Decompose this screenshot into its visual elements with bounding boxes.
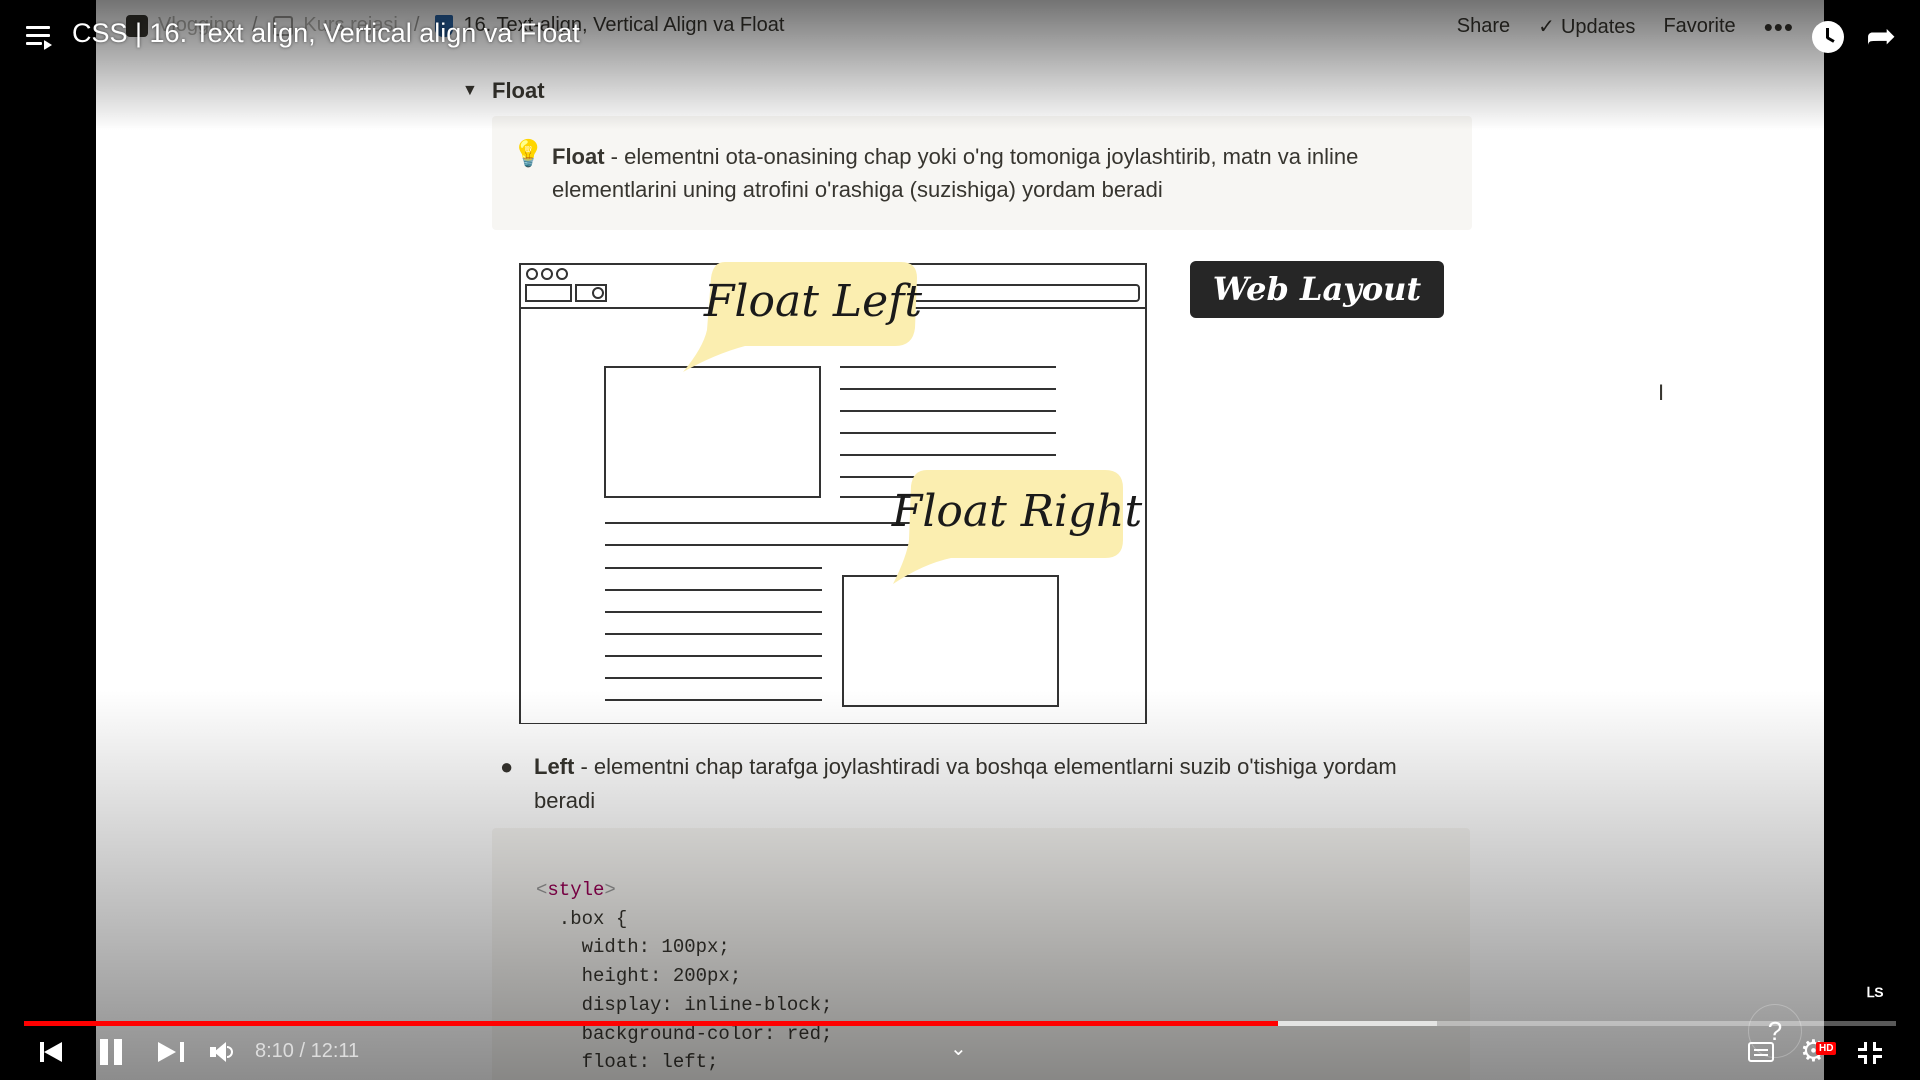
bullet-item-left: ● Left - elementni chap tarafga joylasht… bbox=[500, 750, 1460, 818]
check-icon: ✓ bbox=[1538, 16, 1555, 38]
code-line: .box { bbox=[536, 907, 628, 930]
watch-later-icon[interactable] bbox=[1812, 21, 1844, 53]
subtitles-icon[interactable] bbox=[1748, 1042, 1774, 1062]
progress-bar[interactable] bbox=[24, 1021, 1896, 1026]
channel-watermark[interactable]: ꓡS bbox=[1854, 974, 1896, 1010]
bullet-bold: Left bbox=[534, 754, 575, 779]
volume-icon[interactable] bbox=[210, 1040, 233, 1064]
bullet-dot: ● bbox=[500, 754, 514, 779]
share-arrow-icon[interactable]: ➦ bbox=[1866, 16, 1896, 56]
video-player[interactable]: Vlogging / Kurs rejasi / 16. Text-align,… bbox=[0, 0, 1920, 1080]
lightbulb-icon: 💡 bbox=[512, 138, 545, 168]
code-gt: > bbox=[604, 879, 616, 901]
code-line: float: left; bbox=[536, 1051, 719, 1074]
playlist-menu-icon[interactable] bbox=[26, 24, 54, 50]
toggle-label: Float bbox=[492, 78, 545, 103]
code-line: width: 100px; bbox=[536, 936, 730, 959]
code-line: height: 200px; bbox=[536, 965, 742, 988]
code-content: <style> .box { width: 100px; height: 200… bbox=[536, 876, 832, 1077]
more-options-icon[interactable]: ••• bbox=[1764, 14, 1794, 40]
next-button[interactable] bbox=[158, 1040, 184, 1064]
chevron-down-icon[interactable]: ⌄ bbox=[950, 1036, 967, 1061]
web-layout-badge: Web Layout bbox=[1190, 261, 1444, 318]
time-display: 8:10 / 12:11 bbox=[255, 1040, 360, 1062]
video-title[interactable]: CSS | 16. Text align, Vertical align va … bbox=[72, 18, 580, 49]
callout-body: - elementni ota-onasining chap yoki o'ng… bbox=[552, 144, 1359, 202]
favorite-button[interactable]: Favorite bbox=[1663, 15, 1735, 38]
bullet-text: Left - elementni chap tarafga joylashtir… bbox=[534, 750, 1460, 818]
notion-topbar-actions: Share ✓ Updates Favorite ••• bbox=[1457, 14, 1794, 40]
previous-button[interactable] bbox=[40, 1040, 66, 1064]
float-layout-illustration: Float Left Float Right bbox=[519, 262, 1147, 724]
hd-badge: HD bbox=[1816, 1042, 1837, 1055]
text-cursor-icon: I bbox=[1658, 380, 1665, 405]
float-callout: 💡 Float - elementni ota-onasining chap y… bbox=[492, 116, 1472, 230]
float-toggle[interactable]: ▼ Float bbox=[462, 78, 545, 104]
code-tag-name: style bbox=[547, 879, 605, 901]
exit-fullscreen-icon[interactable] bbox=[1858, 1042, 1882, 1064]
callout-text: Float - elementni ota-onasining chap yok… bbox=[552, 140, 1452, 206]
pause-button[interactable] bbox=[100, 1039, 124, 1065]
float-right-text: Float Right bbox=[891, 486, 1143, 537]
updates-label: Updates bbox=[1560, 16, 1636, 38]
code-line: display: inline-block; bbox=[536, 993, 833, 1016]
progress-played bbox=[24, 1021, 1279, 1026]
callout-bold: Float bbox=[552, 144, 605, 169]
share-button[interactable]: Share bbox=[1457, 15, 1510, 38]
float-left-text: Float Left bbox=[703, 276, 923, 327]
bullet-body: - elementni chap tarafga joylashtiradi v… bbox=[534, 754, 1397, 813]
updates-button[interactable]: ✓ Updates bbox=[1538, 14, 1635, 39]
toggle-triangle-icon[interactable]: ▼ bbox=[462, 82, 478, 100]
code-lt: < bbox=[536, 879, 548, 901]
